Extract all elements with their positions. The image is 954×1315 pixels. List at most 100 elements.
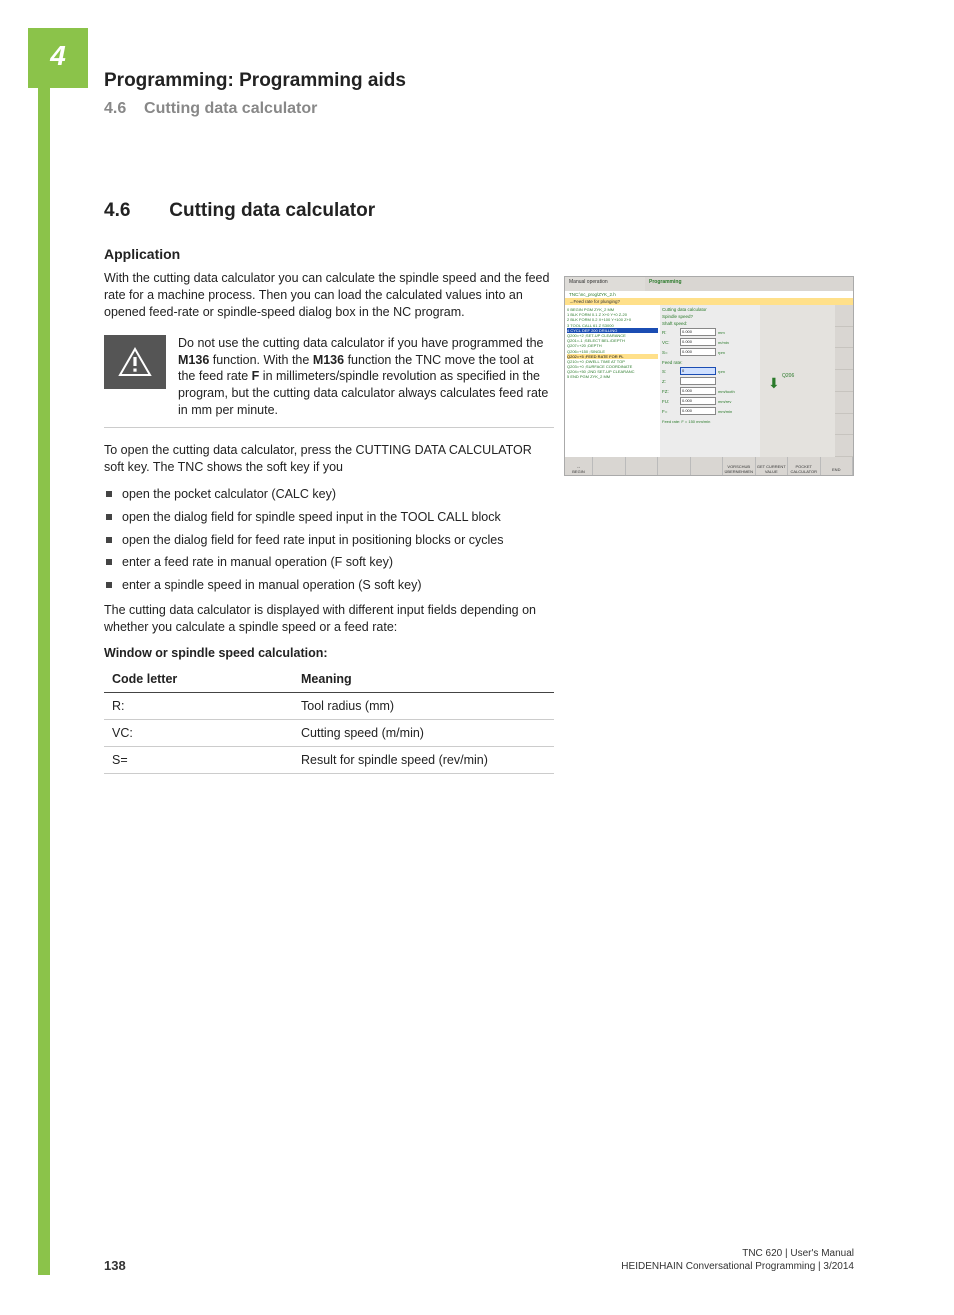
program-line: 5 END PGM ZYK_2 MM <box>567 374 658 379</box>
footer-line2: HEIDENHAIN Conversational Programming | … <box>621 1260 854 1273</box>
field-label: S: <box>662 369 680 374</box>
softkey-context-list: open the pocket calculator (CALC key) ope… <box>104 486 554 594</box>
mode-programming: Programming <box>645 277 853 291</box>
calc-field-row: VC:0.000m/min <box>662 338 758 346</box>
application-intro: With the cutting data calculator you can… <box>104 270 554 321</box>
softkey[interactable]: POCKET CALCULATOR <box>788 457 821 476</box>
field-unit: rpm <box>718 350 725 355</box>
main-content: 4.6 Cutting data calculator Application … <box>104 200 554 774</box>
softkey[interactable] <box>626 457 659 476</box>
calc-subtitle: Spindle speed? <box>662 314 758 319</box>
field-label: FU: <box>662 399 680 404</box>
softkey[interactable]: VORSCHUB ÜBERNEHMEN <box>723 457 756 476</box>
calc-field-row: S=0.000rpm <box>662 348 758 356</box>
field-value[interactable]: 0.000 <box>680 338 716 346</box>
calc-field-row: FU:0.000mm/rev <box>662 397 758 405</box>
field-value[interactable] <box>680 377 716 385</box>
calc-field-row: FZ:0.000mm/tooth <box>662 387 758 395</box>
table-caption: Window or spindle speed calculation: <box>104 646 554 660</box>
field-unit: mm <box>718 330 725 335</box>
field-value[interactable]: 0.000 <box>680 328 716 336</box>
softkey[interactable] <box>691 457 724 476</box>
field-unit: rpm <box>718 369 725 374</box>
section-ref-top: 4.6 Cutting data calculator <box>104 100 894 118</box>
softkey[interactable]: END <box>821 457 854 476</box>
display-note: The cutting data calculator is displayed… <box>104 602 554 636</box>
field-value[interactable]: 0.000 <box>680 348 716 356</box>
section-ref-name: Cutting data calculator <box>144 100 317 117</box>
softkey[interactable] <box>593 457 626 476</box>
footer-meta: TNC 620 | User's Manual HEIDENHAIN Conve… <box>621 1247 854 1273</box>
section-title: 4.6 Cutting data calculator <box>104 200 554 222</box>
table-cell: S= <box>104 746 293 773</box>
open-instructions: To open the cutting data calculator, pre… <box>104 442 554 476</box>
th-meaning: Meaning <box>293 666 554 693</box>
application-heading: Application <box>104 246 554 262</box>
warn-b2: M136 <box>313 353 344 367</box>
section-number: 4.6 <box>104 200 164 222</box>
field-label: VC: <box>662 340 680 345</box>
program-listing: 0 BEGIN PGM ZYK_2 MM1 BLK FORM 0.1 Z X+0… <box>565 305 660 457</box>
section-name: Cutting data calculator <box>169 200 375 221</box>
table-row: VC:Cutting speed (m/min) <box>104 719 554 746</box>
field-value[interactable]: 0.000 <box>680 387 716 395</box>
list-item: enter a spindle speed in manual operatio… <box>104 577 554 594</box>
tnc-screenshot: Manual operation Programming TNC:\nc_pro… <box>564 276 854 476</box>
calc-panel: Cutting data calculator Spindle speed? S… <box>660 305 760 457</box>
field-value[interactable]: 0.000 <box>680 407 716 415</box>
calc-field-row: F=0.000mm/min <box>662 407 758 415</box>
begin-softkey[interactable]: ↔BEGIN <box>565 457 593 476</box>
calc-field-row: S:0rpm <box>662 367 758 375</box>
calc-title: Cutting data calculator <box>662 307 758 312</box>
field-value[interactable]: 0.000 <box>680 397 716 405</box>
page-footer: 138 TNC 620 | User's Manual HEIDENHAIN C… <box>104 1247 854 1273</box>
field-label: F= <box>662 409 680 414</box>
softkey-row: ↔BEGIN VORSCHUB ÜBERNEHMENGET CURRENT VAL… <box>565 457 853 476</box>
chapter-tab: 4 <box>28 28 88 88</box>
table-cell: R: <box>104 692 293 719</box>
list-item: open the dialog field for spindle speed … <box>104 509 554 526</box>
table-cell: Tool radius (mm) <box>293 692 554 719</box>
warning-icon <box>104 335 166 389</box>
side-accent-bar <box>38 88 50 1275</box>
feed-note: Feed rate: F = 150 mm/min <box>662 419 758 424</box>
arrow-label: Q206 <box>782 373 794 379</box>
page-number: 138 <box>104 1258 126 1273</box>
table-row: R:Tool radius (mm) <box>104 692 554 719</box>
field-unit: mm/tooth <box>718 389 735 394</box>
graphic-pane: ⬇ Q206 <box>760 305 853 457</box>
page-header: Programming: Programming aids 4.6 Cuttin… <box>104 70 894 118</box>
field-unit: mm/rev <box>718 399 731 404</box>
table-cell: Result for spindle speed (rev/min) <box>293 746 554 773</box>
softkey[interactable]: GET CURRENT VALUE <box>756 457 789 476</box>
warn-m1: function. With the <box>209 353 313 367</box>
mode-manual: Manual operation <box>565 277 645 291</box>
footer-line1: TNC 620 | User's Manual <box>621 1247 854 1260</box>
chapter-title: Programming: Programming aids <box>104 70 894 92</box>
field-unit: m/min <box>718 340 729 345</box>
code-letter-table: Code letter Meaning R:Tool radius (mm)VC… <box>104 666 554 774</box>
warning-text: Do not use the cutting data calculator i… <box>178 335 554 419</box>
field-label: Z: <box>662 379 680 384</box>
calc-sec1: Shaft speed: <box>662 321 758 326</box>
side-softkey-column <box>835 305 853 457</box>
warning-box: Do not use the cutting data calculator i… <box>104 331 554 428</box>
field-value[interactable]: 0 <box>680 367 716 375</box>
calc-field-row: R:0.000mm <box>662 328 758 336</box>
list-item: open the pocket calculator (CALC key) <box>104 486 554 503</box>
softkey[interactable] <box>658 457 691 476</box>
th-code: Code letter <box>104 666 293 693</box>
prompt-line: →Feed rate for plunging? <box>565 298 853 305</box>
calc-field-row: Z: <box>662 377 758 385</box>
table-cell: VC: <box>104 719 293 746</box>
field-label: S= <box>662 350 680 355</box>
warn-pre: Do not use the cutting data calculator i… <box>178 336 544 350</box>
table-row: S=Result for spindle speed (rev/min) <box>104 746 554 773</box>
field-unit: mm/min <box>718 409 732 414</box>
down-arrow-icon: ⬇ <box>768 375 780 392</box>
list-item: open the dialog field for feed rate inpu… <box>104 532 554 549</box>
program-path: TNC:\nc_prog\ZYK_2.h <box>565 291 853 298</box>
list-item: enter a feed rate in manual operation (F… <box>104 554 554 571</box>
section-ref-num: 4.6 <box>104 100 126 117</box>
field-label: FZ: <box>662 389 680 394</box>
